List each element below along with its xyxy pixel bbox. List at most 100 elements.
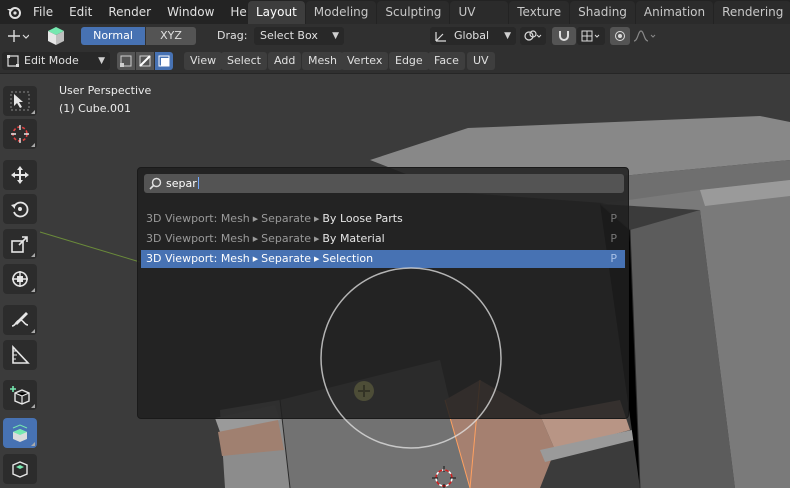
tool-cursor[interactable] xyxy=(3,119,37,149)
search-input[interactable]: separ xyxy=(144,174,624,193)
snap-element-dropdown[interactable] xyxy=(577,27,605,45)
scale-icon xyxy=(11,236,28,253)
tool-settings-header: Normal XYZ Drag: Select Box ▼ Global ▼ xyxy=(0,24,790,48)
result-prefix: 3D Viewport: Mesh xyxy=(146,212,250,225)
result-name: Selection xyxy=(322,252,374,265)
tool-extrude-region[interactable] xyxy=(3,418,37,448)
tab-uv-editing[interactable]: UV Editing xyxy=(450,1,509,42)
tool-annotate[interactable] xyxy=(3,305,37,335)
result-name: By Material xyxy=(322,232,385,245)
tool-measure[interactable] xyxy=(3,340,37,370)
menu-window[interactable]: Window xyxy=(159,2,222,22)
viewport-menu-add[interactable]: Add xyxy=(268,52,302,70)
transform-orientation-dropdown[interactable]: Global ▼ xyxy=(430,27,516,45)
proportional-editing-toggle[interactable] xyxy=(610,27,630,45)
result-prefix: 3D Viewport: Mesh xyxy=(146,232,250,245)
tool-inset-faces[interactable] xyxy=(3,454,37,484)
pivot-point-dropdown[interactable] xyxy=(520,27,546,45)
drag-select-value: Select Box xyxy=(260,29,318,42)
tab-shading[interactable]: Shading xyxy=(570,1,635,24)
rotate-icon xyxy=(11,201,29,218)
blender-logo-icon[interactable] xyxy=(3,1,25,23)
add-cube-icon xyxy=(10,386,30,405)
tab-sculpting[interactable]: Sculpting xyxy=(377,1,450,24)
edge-select-mode-button[interactable] xyxy=(136,52,154,70)
viewport-menu-select[interactable]: Select xyxy=(221,52,267,70)
search-query-text: separ xyxy=(166,177,197,190)
transform-icon xyxy=(12,271,28,287)
result-name: By Loose Parts xyxy=(322,212,403,225)
tool-variants-indicator-icon xyxy=(31,110,35,114)
viewport-menu-uv[interactable]: UV xyxy=(467,52,495,70)
tab-rendering[interactable]: Rendering xyxy=(714,1,790,24)
tool-variants-indicator-icon xyxy=(31,404,35,408)
face-select-mode-button[interactable] xyxy=(155,52,173,70)
search-result-item[interactable]: 3D Viewport: Mesh ▶ Separate ▶ By Loose Part… xyxy=(141,210,625,228)
tool-add-cube[interactable] xyxy=(3,380,37,410)
menu-render[interactable]: Render xyxy=(100,2,159,22)
active-object-label: (1) Cube.001 xyxy=(59,102,131,115)
viewport-menu-vertex[interactable]: Vertex xyxy=(341,52,389,70)
proportional-icon xyxy=(615,31,625,41)
breadcrumb-arrow-icon: ▶ xyxy=(252,255,259,263)
breadcrumb-arrow-icon: ▶ xyxy=(314,215,320,223)
edit-mode-icon xyxy=(7,55,19,67)
search-result-item[interactable]: 3D Viewport: Mesh ▶ Separate ▶ Selection P xyxy=(141,250,625,268)
cursor-icon xyxy=(11,125,29,143)
falloff-curve-icon xyxy=(633,30,656,42)
tool-variants-indicator-icon xyxy=(31,143,35,147)
menu-edit[interactable]: Edit xyxy=(61,2,100,22)
result-mid: Separate xyxy=(261,212,311,225)
mode-object-icon[interactable] xyxy=(44,24,68,48)
viewport-info-overlay: User Perspective (1) Cube.001 xyxy=(59,82,151,118)
tool-variants-indicator-icon xyxy=(31,288,35,292)
viewport-menu-mesh[interactable]: Mesh xyxy=(302,52,343,70)
result-mid: Separate xyxy=(261,232,311,245)
vertex-select-mode-button[interactable] xyxy=(117,52,135,70)
breadcrumb-arrow-icon: ▶ xyxy=(314,235,320,243)
viewport-menu-face[interactable]: Face xyxy=(428,52,465,70)
magnet-icon xyxy=(559,31,569,41)
perspective-label: User Perspective xyxy=(59,84,152,97)
mode-dropdown[interactable]: Edit Mode ▼ xyxy=(2,52,110,70)
transform-orientation-value: Global xyxy=(454,29,490,42)
tool-scale[interactable] xyxy=(3,229,37,259)
snap-toggle[interactable] xyxy=(552,27,576,45)
result-shortcut: P xyxy=(610,212,617,225)
snap-grid-icon xyxy=(581,30,600,42)
edge-select-icon xyxy=(139,55,151,67)
viewport-menu-edge[interactable]: Edge xyxy=(389,52,429,70)
tool-move[interactable] xyxy=(3,160,37,190)
result-prefix: 3D Viewport: Mesh xyxy=(146,252,250,265)
result-shortcut: P xyxy=(610,232,617,245)
extrude-region-icon xyxy=(12,424,28,442)
face-select-icon xyxy=(158,55,170,67)
move-icon xyxy=(11,166,29,184)
operator-search-popup: separ 3D Viewport: Mesh ▶ Separate ▶ By Loos… xyxy=(137,167,629,419)
search-icon xyxy=(144,177,166,190)
viewport-menu-view[interactable]: View xyxy=(184,52,223,70)
menu-file[interactable]: File xyxy=(25,2,61,22)
tab-layout[interactable]: Layout xyxy=(248,1,305,24)
tab-modeling[interactable]: Modeling xyxy=(305,1,377,24)
select-box-icon xyxy=(10,91,30,111)
chevron-down-icon: ▼ xyxy=(332,31,339,41)
tab-animation[interactable]: Animation xyxy=(635,1,714,24)
tool-select-box[interactable] xyxy=(3,86,37,116)
tab-texture-paint[interactable]: Texture Paint xyxy=(509,1,570,42)
orientation-normal-button[interactable]: Normal xyxy=(81,27,145,45)
drag-select-dropdown[interactable]: Select Box ▼ xyxy=(254,27,344,45)
search-result-item[interactable]: 3D Viewport: Mesh ▶ Separate ▶ By Material P xyxy=(141,230,625,248)
orientation-axes-icon xyxy=(435,32,446,42)
tool-transform[interactable] xyxy=(3,264,37,294)
falloff-dropdown[interactable] xyxy=(631,27,659,45)
breadcrumb-arrow-icon: ▶ xyxy=(252,215,259,223)
tool-variants-indicator-icon xyxy=(31,253,35,257)
viewport-header: Edit Mode ▼ View Select Add Mesh Vertex Edge F… xyxy=(0,48,790,74)
annotate-icon xyxy=(11,312,29,327)
orientation-xyz-button[interactable]: XYZ xyxy=(146,27,196,45)
result-mid: Separate xyxy=(261,252,311,265)
transform-pivot-dropdown[interactable] xyxy=(4,27,32,45)
breadcrumb-arrow-icon: ▶ xyxy=(314,255,320,263)
tool-rotate[interactable] xyxy=(3,194,37,224)
